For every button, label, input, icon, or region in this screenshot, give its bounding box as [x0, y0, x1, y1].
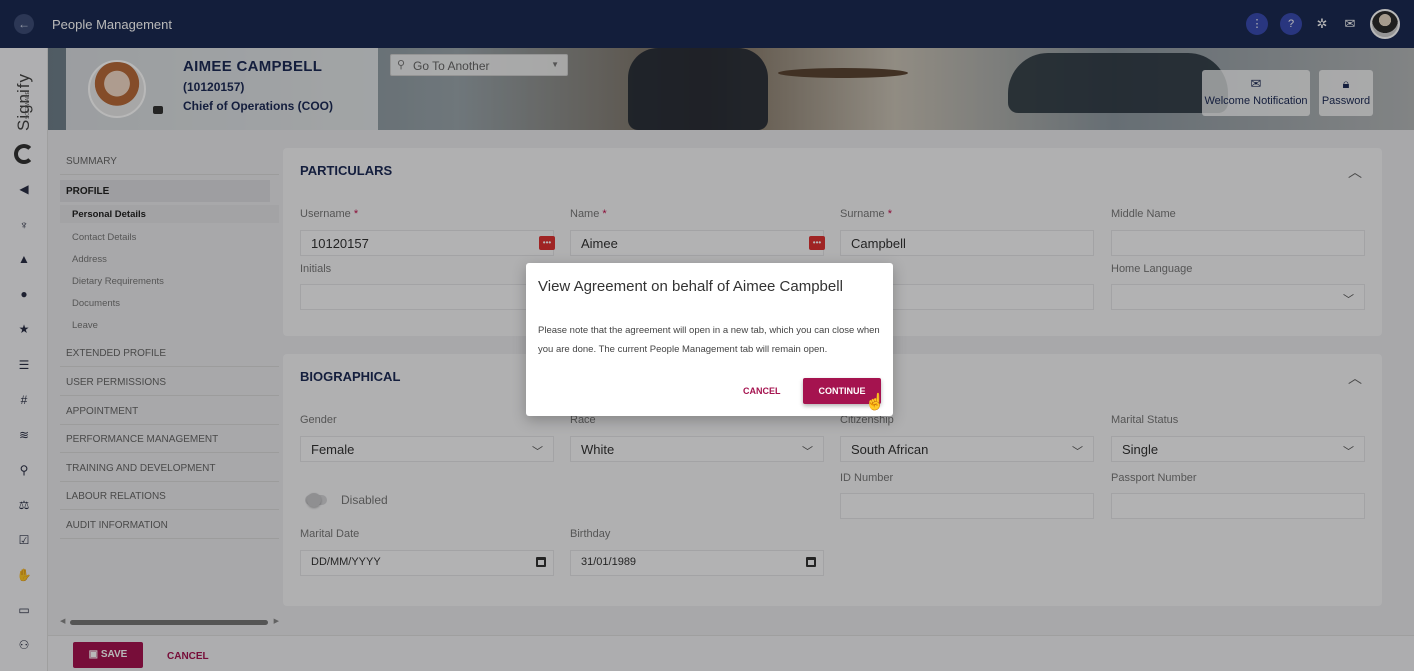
dialog-cancel-button[interactable]: CANCEL — [743, 386, 781, 396]
view-agreement-dialog: View Agreement on behalf of Aimee Campbe… — [526, 263, 893, 416]
dialog-title: View Agreement on behalf of Aimee Campbe… — [538, 278, 843, 295]
dialog-message: Please note that the agreement will open… — [538, 325, 880, 355]
hand-cursor-icon: ☝ — [865, 394, 885, 411]
